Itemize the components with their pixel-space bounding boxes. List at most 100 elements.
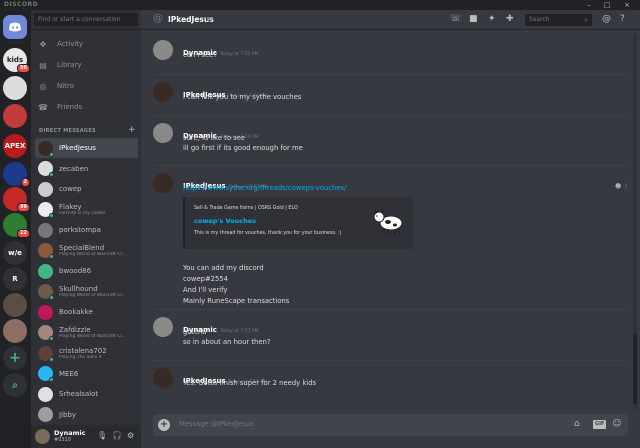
message-text: You can add my discord	[183, 264, 264, 272]
chat-scrollbar[interactable]	[633, 34, 637, 410]
mention-badge: 2	[20, 178, 30, 187]
dm-item[interactable]: cristalena702 Playing The Sims 4	[35, 343, 138, 363]
message-timestamp: Today at 7:55 PM	[219, 52, 259, 57]
server-icon[interactable]	[3, 319, 27, 343]
microphone-icon[interactable]: 🎙	[97, 431, 107, 440]
server-label: +	[9, 350, 21, 366]
avatar[interactable]	[153, 82, 173, 102]
headphones-icon[interactable]: 🎧	[112, 431, 122, 440]
video-call-icon[interactable]: ■	[469, 14, 478, 24]
server-icon[interactable]: +	[3, 346, 27, 370]
close-button[interactable]: ×	[620, 0, 634, 10]
dm-activity: Playing World of Warcraft Cl...	[59, 252, 127, 257]
avatar[interactable]	[153, 317, 173, 337]
at-icon: @	[153, 13, 163, 24]
maximize-button[interactable]: □	[600, 0, 614, 10]
nav-item-friends[interactable]: ☎ Friends	[37, 99, 135, 115]
dm-activity: Fortnite is my career	[59, 211, 106, 216]
avatar[interactable]	[153, 123, 173, 143]
direct-messages-header: DIRECT MESSAGES	[39, 128, 96, 134]
gif-button[interactable]: GIF	[593, 420, 607, 429]
online-status-icon	[49, 213, 54, 218]
dm-item[interactable]: cowep	[35, 179, 138, 199]
message-timestamp: Today at 7:57 PM	[219, 329, 259, 334]
avatar	[38, 325, 54, 341]
dm-name: Flakey	[59, 203, 82, 211]
dm-item[interactable]: Bookakke	[35, 302, 138, 322]
create-dm-button[interactable]: +	[128, 125, 136, 135]
voice-call-icon[interactable]: ☏	[450, 14, 461, 24]
message-text: I can link you to my sythe vouches	[183, 93, 302, 101]
avatar[interactable]	[153, 368, 173, 388]
message-actions[interactable]: ☻ ⋮	[615, 183, 629, 190]
explore-icon[interactable]: ⌕	[3, 373, 27, 397]
message-text: gotcha	[183, 328, 207, 336]
server-icon[interactable]: 22	[3, 213, 30, 238]
dm-item[interactable]: Jibby	[35, 405, 138, 425]
gear-icon[interactable]: ⚙	[127, 431, 134, 440]
user-panel: Dynamic #0310 🎙 🎧 ⚙	[31, 425, 141, 448]
server-icon[interactable]	[3, 104, 27, 128]
avatar	[38, 263, 53, 279]
avatar[interactable]	[35, 429, 50, 444]
help-icon[interactable]: ?	[620, 14, 625, 24]
search-icon: ⌕	[584, 16, 588, 24]
dm-item[interactable]: IPkedJesus	[35, 138, 138, 158]
dm-item[interactable]: zecaben	[35, 159, 138, 179]
nav-item-label: Nitro	[57, 82, 74, 90]
message-input-placeholder[interactable]: Message @IPkedJesus	[179, 420, 254, 428]
dm-name: Zafdizzle	[59, 326, 91, 334]
dm-item[interactable]: Srhealsalot	[35, 384, 138, 404]
dm-item[interactable]: bwood86	[35, 261, 138, 281]
upload-button[interactable]: +	[158, 419, 170, 431]
message-divider	[153, 165, 628, 166]
dm-item[interactable]: Skullhound Playing World of Warcraft Cl..…	[35, 282, 138, 302]
server-icon[interactable]	[3, 76, 27, 100]
friends-icon: ☎	[38, 102, 48, 112]
pin-icon[interactable]: ✦	[488, 14, 496, 24]
find-conversation-input[interactable]: Find or start a conversation	[34, 13, 138, 26]
server-icon[interactable]: w/e	[3, 241, 27, 265]
server-icon[interactable]: R	[3, 267, 27, 291]
avatar[interactable]	[153, 173, 173, 193]
title-bar: DISCORD – □ ×	[0, 0, 640, 10]
message-link[interactable]: https://www.sythe.org/threads/coweps-vou…	[183, 184, 346, 192]
server-label: R	[12, 275, 18, 283]
nav-item-nitro[interactable]: ◎ Nitro	[37, 78, 135, 94]
server-icon[interactable]: APEX	[3, 134, 27, 158]
mentions-icon[interactable]: @	[602, 14, 611, 24]
chat-area: @ IPkedJesus ☏ ■ ✦ ✚ Search ⌕ @ ? Dynami…	[141, 10, 640, 448]
avatar	[38, 202, 54, 218]
server-icon[interactable]: kids 50	[3, 48, 30, 73]
mention-badge: 99	[17, 203, 30, 212]
avatar	[38, 366, 54, 382]
server-label: APEX	[4, 142, 26, 150]
dm-item[interactable]: Flakey Fortnite is my career	[35, 200, 138, 220]
emoji-icon[interactable]: ☺	[612, 419, 621, 429]
dm-item[interactable]: porkstompa	[35, 220, 138, 240]
minimize-button[interactable]: –	[582, 0, 596, 10]
dm-item[interactable]: Zafdizzle Playing World of Warcraft Cl...	[35, 323, 138, 343]
dm-item[interactable]: SpecialBlend Playing World of Warcraft Cl…	[35, 241, 138, 261]
nav-item-activity[interactable]: ✥ Activity	[37, 36, 135, 52]
server-icon[interactable]: 99	[3, 187, 30, 212]
dm-name: Jibby	[59, 410, 77, 419]
search-input[interactable]: Search ⌕	[525, 14, 592, 26]
scrollbar-thumb[interactable]	[633, 334, 637, 404]
message-text: sure, id like to see	[183, 134, 246, 142]
nav-item-library[interactable]: ▤ Library	[37, 57, 135, 73]
message-composer[interactable]: + Message @IPkedJesus ⌂ GIF ☺	[153, 414, 628, 436]
server-icon[interactable]	[3, 293, 27, 317]
avatar	[38, 140, 54, 157]
dm-item[interactable]: MEE6	[35, 364, 138, 384]
avatar	[38, 407, 53, 422]
avatar[interactable]	[153, 40, 173, 60]
embed-title-link[interactable]: cowep's Vouches	[194, 217, 256, 225]
discord-home-icon[interactable]	[3, 15, 27, 39]
gift-icon[interactable]: ⌂	[574, 419, 580, 429]
server-icon[interactable]: 2	[3, 162, 30, 187]
search-placeholder: Search	[529, 16, 550, 23]
avatar	[38, 345, 54, 362]
message-text: so in about an hour then?	[183, 338, 271, 346]
add-friend-icon[interactable]: ✚	[506, 14, 514, 24]
